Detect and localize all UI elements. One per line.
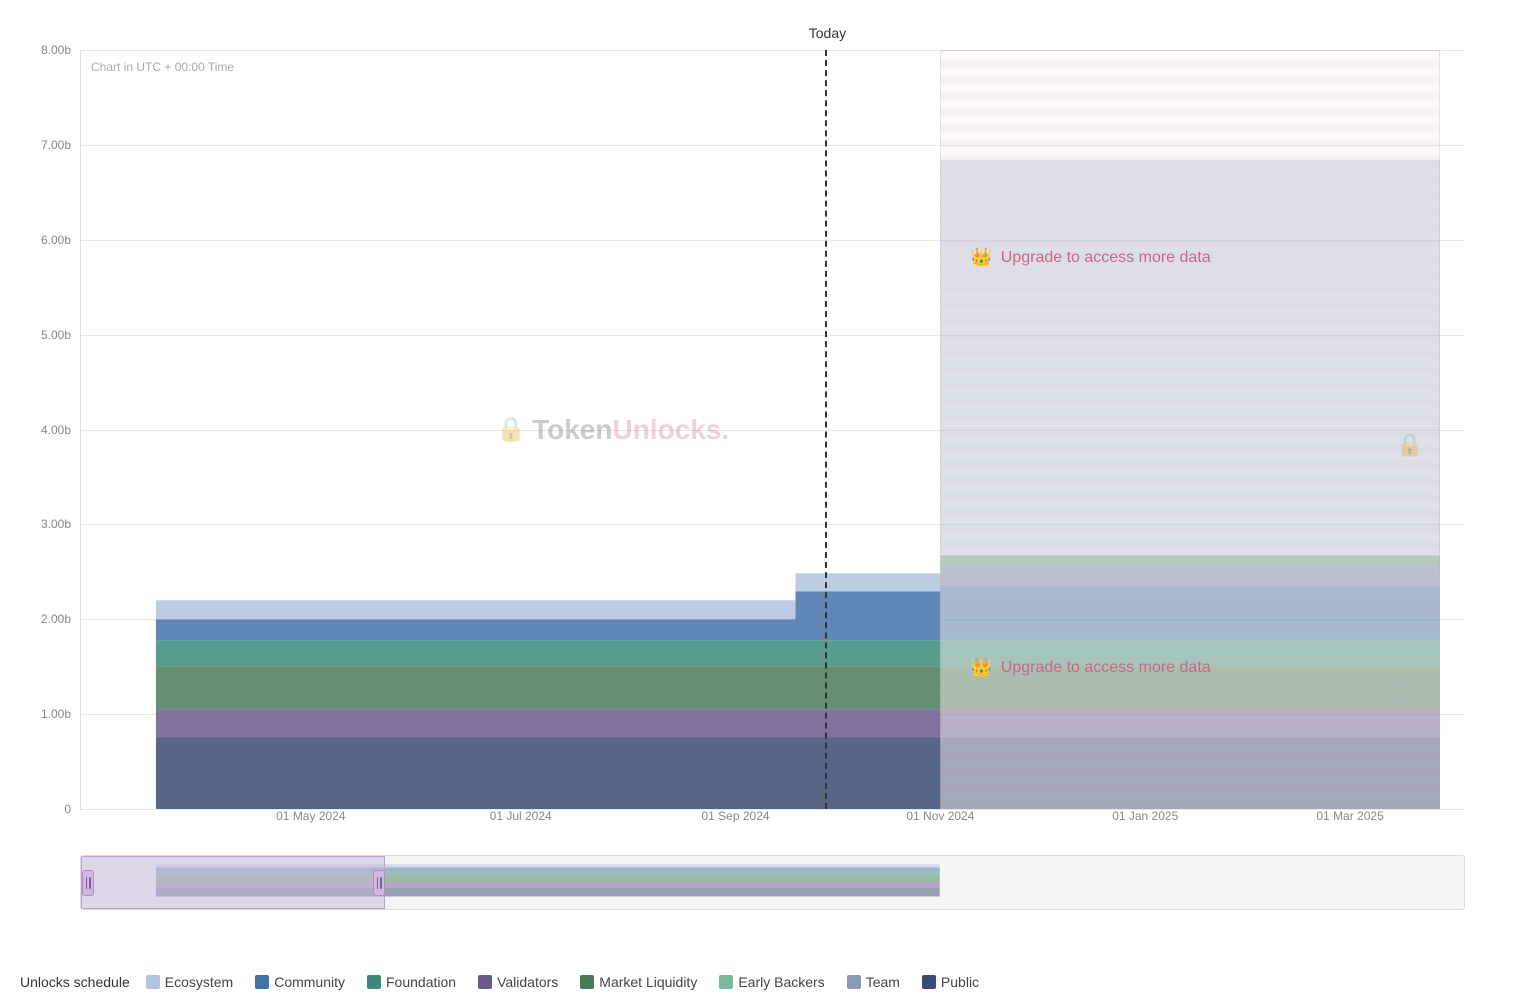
legend-dot-validators — [478, 975, 492, 989]
legend-dot-community — [255, 975, 269, 989]
legend-label-early-backers: Early Backers — [738, 974, 824, 990]
chart-area: Chart in UTC + 00:00 Time 8.00b 7.00b 6.… — [80, 50, 1465, 810]
today-label: Today — [809, 25, 846, 41]
today-line: Today — [825, 50, 827, 809]
watermark-token: Token — [532, 414, 612, 445]
x-label-sep: 01 Sep 2024 — [701, 809, 769, 823]
y-label-5: 5.00b — [41, 328, 71, 342]
upgrade-message-lower[interactable]: 👑 Upgrade to access more data — [970, 657, 1210, 678]
legend-label-validators: Validators — [497, 974, 558, 990]
handle-line-4 — [380, 877, 382, 889]
legend-item-ecosystem[interactable]: Ecosystem — [146, 974, 233, 990]
paywall-upper — [940, 50, 1440, 612]
legend-item-foundation[interactable]: Foundation — [367, 974, 456, 990]
y-label-2: 2.00b — [41, 612, 71, 626]
legend-label-community: Community — [274, 974, 345, 990]
crown-icon-lower: 👑 — [970, 657, 992, 678]
watermark-unlocks: Unlocks — [612, 414, 721, 445]
watermark-dot: . — [721, 414, 729, 445]
legend-label-market-liquidity: Market Liquidity — [599, 974, 697, 990]
y-label-3: 3.00b — [41, 517, 71, 531]
legend-item-validators[interactable]: Validators — [478, 974, 558, 990]
range-selected[interactable] — [81, 856, 385, 909]
paywall-lower — [940, 612, 1440, 809]
x-label-nov: 01 Nov 2024 — [906, 809, 974, 823]
legend-item-market-liquidity[interactable]: Market Liquidity — [580, 974, 697, 990]
x-axis: 01 May 2024 01 Jul 2024 01 Sep 2024 01 N… — [81, 809, 1465, 839]
legend-item-early-backers[interactable]: Early Backers — [719, 974, 824, 990]
legend-item-community[interactable]: Community — [255, 974, 345, 990]
y-label-7: 7.00b — [41, 138, 71, 152]
x-label-mar: 01 Mar 2025 — [1316, 809, 1383, 823]
upgrade-text-lower: Upgrade to access more data — [1001, 659, 1211, 677]
chart-container: Chart in UTC + 00:00 Time 8.00b 7.00b 6.… — [0, 0, 1525, 1005]
legend-item-team[interactable]: Team — [847, 974, 900, 990]
handle-line-1 — [86, 877, 88, 889]
handle-line-2 — [89, 877, 91, 889]
upgrade-text-upper: Upgrade to access more data — [1001, 249, 1211, 267]
legend-title: Unlocks schedule — [20, 974, 130, 990]
x-label-may: 01 May 2024 — [276, 809, 345, 823]
legend-label-ecosystem: Ecosystem — [165, 974, 233, 990]
legend-dot-ecosystem — [146, 975, 160, 989]
legend-item-public[interactable]: Public — [922, 974, 979, 990]
watermark-text: TokenUnlocks. — [532, 414, 729, 446]
watermark-right: 🔒 — [1396, 432, 1423, 458]
watermark: 🔒 TokenUnlocks. — [496, 414, 729, 446]
x-label-jul: 01 Jul 2024 — [490, 809, 552, 823]
range-selector[interactable] — [80, 855, 1465, 910]
y-label-0: 0 — [64, 802, 71, 816]
legend-dot-market-liquidity — [580, 975, 594, 989]
range-handle-right[interactable] — [373, 870, 385, 896]
handle-lines-right — [377, 877, 382, 889]
legend-label-team: Team — [866, 974, 900, 990]
legend-label-foundation: Foundation — [386, 974, 456, 990]
crown-icon-upper: 👑 — [970, 247, 992, 268]
legend-dot-early-backers — [719, 975, 733, 989]
handle-lines-left — [86, 877, 91, 889]
y-label-8: 8.00b — [41, 43, 71, 57]
legend-label-public: Public — [941, 974, 979, 990]
handle-line-3 — [377, 877, 379, 889]
y-label-4: 4.00b — [41, 423, 71, 437]
legend-dot-foundation — [367, 975, 381, 989]
y-label-1: 1.00b — [41, 707, 71, 721]
y-axis: 8.00b 7.00b 6.00b 5.00b 4.00b 3.00b 2.00… — [6, 50, 81, 809]
range-handle-left[interactable] — [82, 870, 94, 896]
legend-dot-public — [922, 975, 936, 989]
y-label-6: 6.00b — [41, 233, 71, 247]
legend-dot-team — [847, 975, 861, 989]
legend: Unlocks schedule Ecosystem Community Fou… — [10, 974, 1515, 990]
x-label-jan: 01 Jan 2025 — [1112, 809, 1178, 823]
upgrade-message-upper[interactable]: 👑 Upgrade to access more data — [970, 247, 1210, 268]
